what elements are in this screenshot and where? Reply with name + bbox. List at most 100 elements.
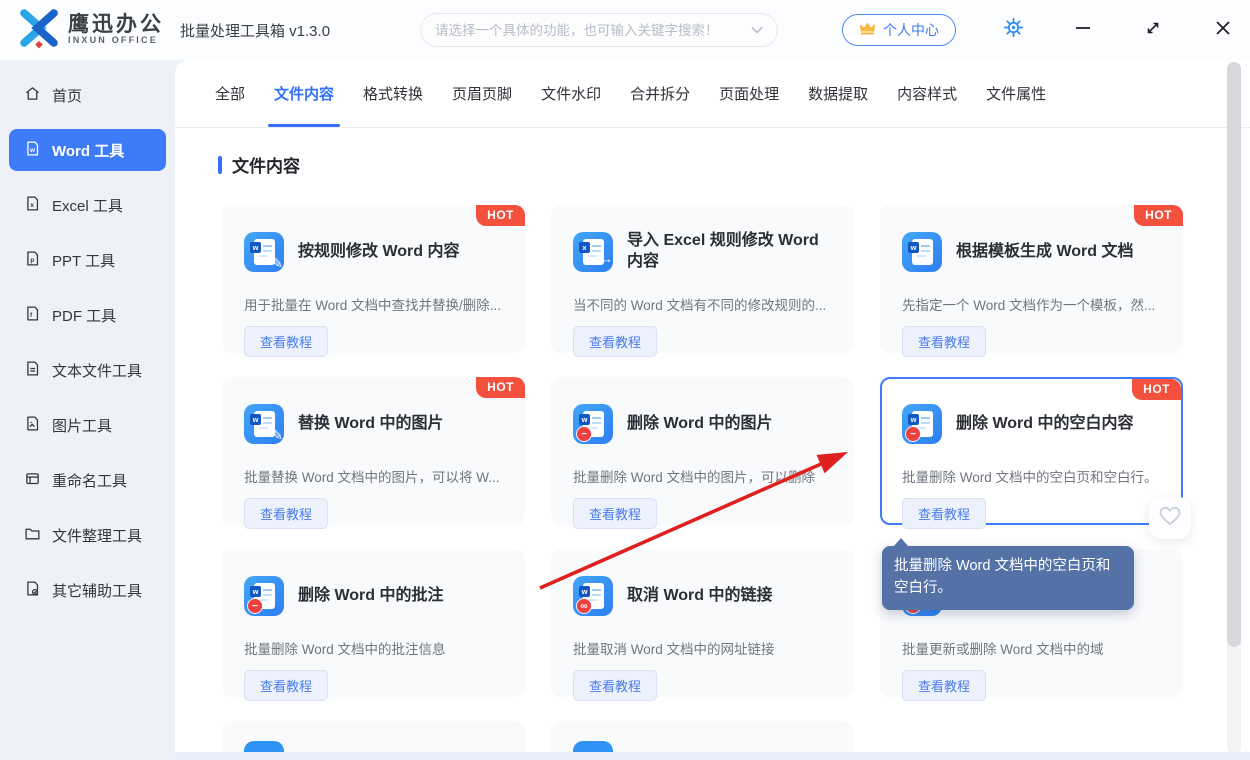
tool-description: 批量删除 Word 文档中的批注信息 (244, 638, 503, 658)
badge-glyph: → (600, 251, 613, 266)
word-link-cancel-icon: w ∞ (573, 576, 613, 616)
tool-title: 取消 Word 中的链接 (627, 586, 772, 607)
sidebar-item-ppt-tools[interactable]: p PPT 工具 (9, 239, 166, 281)
badge-glyph: − (905, 426, 921, 442)
tab-page-process[interactable]: 页面处理 (719, 60, 779, 127)
tool-card[interactable]: HOT w 根据模板生成 Word 文档 先指定一个 Word 文档作为一个模板… (880, 205, 1183, 353)
tool-card[interactable]: HOT x → 导入 Excel 规则修改 Word 内容 当不同的 Word … (551, 205, 854, 353)
sidebar-item-image-tools[interactable]: 图片工具 (9, 404, 166, 446)
badge-glyph: ✎ (271, 255, 283, 272)
scrollbar-track[interactable] (1227, 62, 1241, 754)
tool-title: 替换 Word 中的图片 (298, 414, 443, 435)
home-icon (24, 85, 41, 106)
sidebar-item-text-file-tools[interactable]: 文本文件工具 (9, 349, 166, 391)
brand-name-cn: 鹰迅办公 (68, 14, 164, 36)
resize-icon (1145, 20, 1161, 41)
tool-description: 批量删除 Word 文档中的空白页和空白行。 (902, 466, 1161, 486)
excel-import-icon: x → (573, 232, 613, 272)
tool-title: 删除 Word 中的空白内容 (956, 414, 1133, 435)
svg-text:p: p (30, 257, 34, 264)
tool-card[interactable]: HOT w ∞ 取消 Word 中的链接 批量取消 Word 文档中的网址链接 … (551, 549, 854, 697)
tool-description: 先指定一个 Word 文档作为一个模板，然... (902, 294, 1161, 314)
misc-tools-icon (24, 580, 41, 601)
sidebar-item-label: 文件整理工具 (52, 525, 142, 546)
search-input[interactable] (435, 23, 751, 38)
resize-button[interactable] (1140, 17, 1166, 43)
svg-text:x: x (30, 202, 34, 209)
sidebar-item-excel-tools[interactable]: x Excel 工具 (9, 184, 166, 226)
view-tutorial-button[interactable]: 查看教程 (244, 498, 328, 529)
sidebar-item-label: 图片工具 (52, 415, 112, 436)
tool-card-selected[interactable]: HOT w − 删除 Word 中的空白内容 批量删除 Word 文档中的空白页… (880, 377, 1183, 525)
sidebar-item-rename-tools[interactable]: 重命名工具 (9, 459, 166, 501)
word-edit-icon: w ✎ (244, 232, 284, 272)
view-tutorial-button[interactable]: 查看教程 (244, 326, 328, 357)
image-file-icon (24, 415, 41, 436)
view-tutorial-button[interactable]: 查看教程 (244, 670, 328, 701)
function-search-box[interactable] (420, 13, 778, 47)
tab-content-style[interactable]: 内容样式 (897, 60, 957, 127)
sidebar-item-pdf-tools[interactable]: f PDF 工具 (9, 294, 166, 336)
chevron-down-icon[interactable] (751, 21, 763, 39)
crown-icon (859, 21, 876, 39)
logo-x-icon (18, 6, 60, 55)
sidebar-item-label: 其它辅助工具 (52, 580, 142, 601)
tool-title: 导入 Excel 规则修改 Word 内容 (627, 231, 832, 273)
pdf-doc-icon: f (24, 305, 41, 326)
tab-file-property[interactable]: 文件属性 (986, 60, 1046, 127)
minimize-button[interactable] (1070, 17, 1096, 43)
view-tutorial-button[interactable]: 查看教程 (902, 326, 986, 357)
tab-header-footer[interactable]: 页眉页脚 (452, 60, 512, 127)
svg-text:f: f (30, 312, 33, 319)
tab-format-convert[interactable]: 格式转换 (363, 60, 423, 127)
window-bottom-edge (175, 752, 1250, 760)
tool-card[interactable]: HOT w − 删除 Word 中的图片 批量删除 Word 文档中的图片，可以… (551, 377, 854, 525)
sidebar-item-word-tools[interactable]: w Word 工具 (9, 129, 166, 171)
tool-card-partial[interactable] (551, 721, 854, 755)
sidebar-item-label: 文本文件工具 (52, 360, 142, 381)
tool-description: 批量取消 Word 文档中的网址链接 (573, 638, 832, 658)
favorite-button[interactable] (1149, 497, 1191, 539)
tool-card-partial[interactable] (222, 721, 525, 755)
sidebar: 首页 w Word 工具 x Excel 工具 p PPT 工具 f PDF 工… (0, 60, 175, 760)
tool-title: 删除 Word 中的批注 (298, 586, 443, 607)
gear-icon (1003, 17, 1024, 43)
tool-description: 批量替换 Word 文档中的图片，可以将 W... (244, 466, 503, 486)
sidebar-item-misc-tools[interactable]: 其它辅助工具 (9, 569, 166, 611)
view-tutorial-button[interactable]: 查看教程 (573, 498, 657, 529)
user-center-label: 个人中心 (883, 20, 939, 40)
tool-card-grid: HOT w ✎ 按规则修改 Word 内容 用于批量在 Word 文档中查找并替… (222, 205, 1250, 755)
hot-badge: HOT (476, 377, 525, 398)
view-tutorial-button[interactable]: 查看教程 (573, 326, 657, 357)
section-header: 文件内容 (218, 152, 1250, 177)
tab-all[interactable]: 全部 (215, 60, 245, 127)
sidebar-item-file-organize-tools[interactable]: 文件整理工具 (9, 514, 166, 556)
view-tutorial-button[interactable]: 查看教程 (573, 670, 657, 701)
settings-button[interactable] (1000, 17, 1026, 43)
scrollbar-thumb[interactable] (1227, 62, 1241, 647)
tab-file-content[interactable]: 文件内容 (274, 60, 334, 127)
tool-card[interactable]: HOT w ✎ 按规则修改 Word 内容 用于批量在 Word 文档中查找并替… (222, 205, 525, 353)
tool-title: 删除 Word 中的图片 (627, 414, 772, 435)
section-accent-bar (218, 156, 222, 174)
tool-card[interactable]: HOT w − 删除 Word 中的批注 批量删除 Word 文档中的批注信息 … (222, 549, 525, 697)
close-icon (1215, 20, 1231, 41)
user-center-button[interactable]: 个人中心 (842, 14, 956, 46)
rename-icon (24, 470, 41, 491)
tab-merge-split[interactable]: 合并拆分 (630, 60, 690, 127)
view-tutorial-button[interactable]: 查看教程 (902, 670, 986, 701)
badge-glyph: ✎ (271, 427, 283, 444)
tool-card[interactable]: HOT w ✎ 替换 Word 中的图片 批量替换 Word 文档中的图片，可以… (222, 377, 525, 525)
view-tutorial-button[interactable]: 查看教程 (902, 498, 986, 529)
close-button[interactable] (1210, 17, 1236, 43)
app-logo: 鹰迅办公 INXUN OFFICE (18, 6, 164, 55)
sidebar-item-home[interactable]: 首页 (9, 74, 166, 116)
word-image-delete-icon: w − (573, 404, 613, 444)
tab-data-extract[interactable]: 数据提取 (808, 60, 868, 127)
tool-description: 批量更新或删除 Word 文档中的域 (902, 638, 1161, 658)
ppt-doc-icon: p (24, 250, 41, 271)
hot-badge: HOT (476, 205, 525, 226)
sidebar-item-label: Word 工具 (52, 140, 124, 161)
hot-badge: HOT (1132, 379, 1181, 400)
tab-watermark[interactable]: 文件水印 (541, 60, 601, 127)
